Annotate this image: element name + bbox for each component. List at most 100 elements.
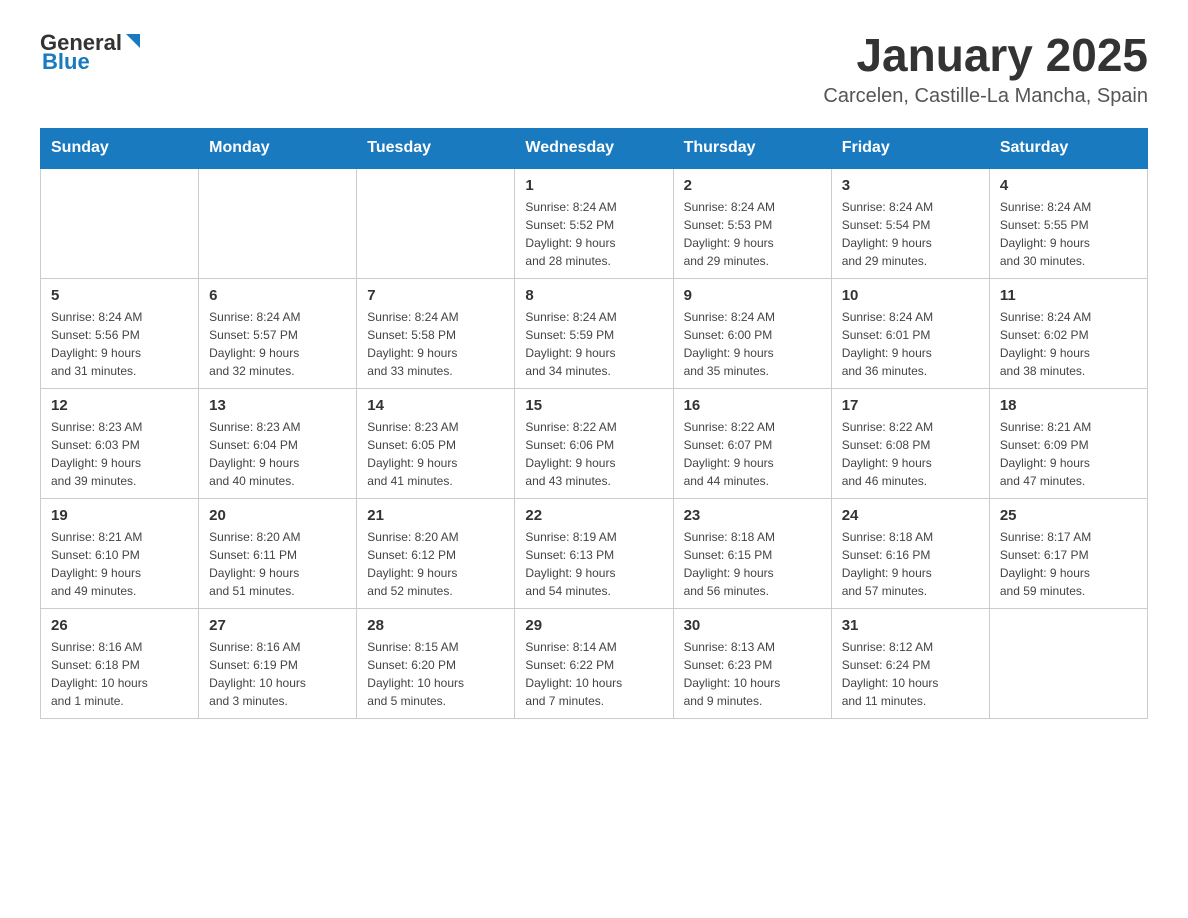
day-info: Sunrise: 8:22 AMSunset: 6:08 PMDaylight:… bbox=[842, 418, 979, 490]
calendar-cell: 21 Sunrise: 8:20 AMSunset: 6:12 PMDayligh… bbox=[357, 498, 515, 608]
day-number: 7 bbox=[367, 287, 504, 304]
calendar-cell: 5 Sunrise: 8:24 AMSunset: 5:56 PMDaylight… bbox=[41, 278, 199, 388]
day-info: Sunrise: 8:21 AMSunset: 6:10 PMDaylight:… bbox=[51, 528, 188, 600]
day-info: Sunrise: 8:24 AMSunset: 5:58 PMDaylight:… bbox=[367, 308, 504, 380]
calendar-cell: 6 Sunrise: 8:24 AMSunset: 5:57 PMDaylight… bbox=[199, 278, 357, 388]
calendar-cell bbox=[41, 168, 199, 279]
calendar-cell: 14 Sunrise: 8:23 AMSunset: 6:05 PMDayligh… bbox=[357, 388, 515, 498]
day-number: 26 bbox=[51, 617, 188, 634]
day-number: 2 bbox=[684, 177, 821, 194]
weekday-header-tuesday: Tuesday bbox=[357, 128, 515, 168]
day-number: 29 bbox=[525, 617, 662, 634]
day-info: Sunrise: 8:23 AMSunset: 6:04 PMDaylight:… bbox=[209, 418, 346, 490]
day-info: Sunrise: 8:24 AMSunset: 5:57 PMDaylight:… bbox=[209, 308, 346, 380]
calendar-week-row: 12 Sunrise: 8:23 AMSunset: 6:03 PMDayligh… bbox=[41, 388, 1148, 498]
weekday-header-monday: Monday bbox=[199, 128, 357, 168]
day-info: Sunrise: 8:16 AMSunset: 6:19 PMDaylight:… bbox=[209, 638, 346, 710]
calendar-cell: 2Sunrise: 8:24 AMSunset: 5:53 PMDaylight… bbox=[673, 168, 831, 279]
calendar-cell bbox=[989, 608, 1147, 718]
calendar-week-row: 1Sunrise: 8:24 AMSunset: 5:52 PMDaylight… bbox=[41, 168, 1148, 279]
day-info: Sunrise: 8:22 AMSunset: 6:07 PMDaylight:… bbox=[684, 418, 821, 490]
day-number: 22 bbox=[525, 507, 662, 524]
calendar-cell: 18Sunrise: 8:21 AMSunset: 6:09 PMDayligh… bbox=[989, 388, 1147, 498]
calendar-cell: 7 Sunrise: 8:24 AMSunset: 5:58 PMDaylight… bbox=[357, 278, 515, 388]
logo-triangle-icon bbox=[124, 32, 142, 50]
calendar-cell: 23Sunrise: 8:18 AMSunset: 6:15 PMDayligh… bbox=[673, 498, 831, 608]
day-number: 27 bbox=[209, 617, 346, 634]
calendar-title: January 2025 bbox=[823, 30, 1148, 81]
day-info: Sunrise: 8:24 AMSunset: 5:56 PMDaylight:… bbox=[51, 308, 188, 380]
day-number: 12 bbox=[51, 397, 188, 414]
page-header: General Blue January 2025 Carcelen, Cast… bbox=[40, 30, 1148, 108]
day-number: 13 bbox=[209, 397, 346, 414]
calendar-cell: 24Sunrise: 8:18 AMSunset: 6:16 PMDayligh… bbox=[831, 498, 989, 608]
calendar-cell: 11 Sunrise: 8:24 AMSunset: 6:02 PMDayligh… bbox=[989, 278, 1147, 388]
calendar-week-row: 5 Sunrise: 8:24 AMSunset: 5:56 PMDaylight… bbox=[41, 278, 1148, 388]
calendar-cell: 3 Sunrise: 8:24 AMSunset: 5:54 PMDaylight… bbox=[831, 168, 989, 279]
calendar-cell: 15 Sunrise: 8:22 AMSunset: 6:06 PMDayligh… bbox=[515, 388, 673, 498]
weekday-header-wednesday: Wednesday bbox=[515, 128, 673, 168]
calendar-cell: 22 Sunrise: 8:19 AMSunset: 6:13 PMDayligh… bbox=[515, 498, 673, 608]
weekday-header-row: SundayMondayTuesdayWednesdayThursdayFrid… bbox=[41, 128, 1148, 168]
calendar-table: SundayMondayTuesdayWednesdayThursdayFrid… bbox=[40, 128, 1148, 719]
day-info: Sunrise: 8:18 AMSunset: 6:16 PMDaylight:… bbox=[842, 528, 979, 600]
day-number: 30 bbox=[684, 617, 821, 634]
calendar-cell: 28 Sunrise: 8:15 AMSunset: 6:20 PMDayligh… bbox=[357, 608, 515, 718]
day-number: 9 bbox=[684, 287, 821, 304]
weekday-header-thursday: Thursday bbox=[673, 128, 831, 168]
calendar-cell bbox=[199, 168, 357, 279]
day-number: 10 bbox=[842, 287, 979, 304]
calendar-week-row: 19 Sunrise: 8:21 AMSunset: 6:10 PMDayligh… bbox=[41, 498, 1148, 608]
day-number: 20 bbox=[209, 507, 346, 524]
calendar-cell: 27 Sunrise: 8:16 AMSunset: 6:19 PMDayligh… bbox=[199, 608, 357, 718]
day-number: 19 bbox=[51, 507, 188, 524]
day-info: Sunrise: 8:23 AMSunset: 6:05 PMDaylight:… bbox=[367, 418, 504, 490]
day-info: Sunrise: 8:22 AMSunset: 6:06 PMDaylight:… bbox=[525, 418, 662, 490]
calendar-cell: 4Sunrise: 8:24 AMSunset: 5:55 PMDaylight… bbox=[989, 168, 1147, 279]
day-number: 23 bbox=[684, 507, 821, 524]
day-number: 11 bbox=[1000, 287, 1137, 304]
title-block: January 2025 Carcelen, Castille-La Manch… bbox=[823, 30, 1148, 108]
day-info: Sunrise: 8:13 AMSunset: 6:23 PMDaylight:… bbox=[684, 638, 821, 710]
calendar-cell: 19 Sunrise: 8:21 AMSunset: 6:10 PMDayligh… bbox=[41, 498, 199, 608]
calendar-cell bbox=[357, 168, 515, 279]
day-number: 25 bbox=[1000, 507, 1137, 524]
day-info: Sunrise: 8:23 AMSunset: 6:03 PMDaylight:… bbox=[51, 418, 188, 490]
day-info: Sunrise: 8:20 AMSunset: 6:11 PMDaylight:… bbox=[209, 528, 346, 600]
calendar-cell: 12 Sunrise: 8:23 AMSunset: 6:03 PMDayligh… bbox=[41, 388, 199, 498]
day-info: Sunrise: 8:15 AMSunset: 6:20 PMDaylight:… bbox=[367, 638, 504, 710]
day-number: 8 bbox=[525, 287, 662, 304]
calendar-cell: 17 Sunrise: 8:22 AMSunset: 6:08 PMDayligh… bbox=[831, 388, 989, 498]
day-number: 5 bbox=[51, 287, 188, 304]
day-info: Sunrise: 8:14 AMSunset: 6:22 PMDaylight:… bbox=[525, 638, 662, 710]
day-info: Sunrise: 8:20 AMSunset: 6:12 PMDaylight:… bbox=[367, 528, 504, 600]
day-number: 31 bbox=[842, 617, 979, 634]
day-number: 21 bbox=[367, 507, 504, 524]
day-number: 14 bbox=[367, 397, 504, 414]
calendar-cell: 1Sunrise: 8:24 AMSunset: 5:52 PMDaylight… bbox=[515, 168, 673, 279]
calendar-cell: 26Sunrise: 8:16 AMSunset: 6:18 PMDayligh… bbox=[41, 608, 199, 718]
day-info: Sunrise: 8:24 AMSunset: 6:01 PMDaylight:… bbox=[842, 308, 979, 380]
day-info: Sunrise: 8:24 AMSunset: 6:00 PMDaylight:… bbox=[684, 308, 821, 380]
day-info: Sunrise: 8:19 AMSunset: 6:13 PMDaylight:… bbox=[525, 528, 662, 600]
day-info: Sunrise: 8:12 AMSunset: 6:24 PMDaylight:… bbox=[842, 638, 979, 710]
calendar-week-row: 26Sunrise: 8:16 AMSunset: 6:18 PMDayligh… bbox=[41, 608, 1148, 718]
day-number: 6 bbox=[209, 287, 346, 304]
day-number: 1 bbox=[525, 177, 662, 194]
calendar-cell: 30 Sunrise: 8:13 AMSunset: 6:23 PMDayligh… bbox=[673, 608, 831, 718]
logo: General Blue bbox=[40, 30, 142, 73]
logo-blue: Blue bbox=[40, 51, 90, 73]
day-number: 28 bbox=[367, 617, 504, 634]
day-number: 4 bbox=[1000, 177, 1137, 194]
day-info: Sunrise: 8:24 AMSunset: 6:02 PMDaylight:… bbox=[1000, 308, 1137, 380]
day-info: Sunrise: 8:24 AMSunset: 5:59 PMDaylight:… bbox=[525, 308, 662, 380]
weekday-header-sunday: Sunday bbox=[41, 128, 199, 168]
calendar-cell: 8 Sunrise: 8:24 AMSunset: 5:59 PMDaylight… bbox=[515, 278, 673, 388]
day-info: Sunrise: 8:24 AMSunset: 5:54 PMDaylight:… bbox=[842, 198, 979, 270]
day-number: 17 bbox=[842, 397, 979, 414]
day-number: 3 bbox=[842, 177, 979, 194]
weekday-header-friday: Friday bbox=[831, 128, 989, 168]
day-number: 15 bbox=[525, 397, 662, 414]
calendar-cell: 31 Sunrise: 8:12 AMSunset: 6:24 PMDayligh… bbox=[831, 608, 989, 718]
calendar-cell: 10 Sunrise: 8:24 AMSunset: 6:01 PMDayligh… bbox=[831, 278, 989, 388]
